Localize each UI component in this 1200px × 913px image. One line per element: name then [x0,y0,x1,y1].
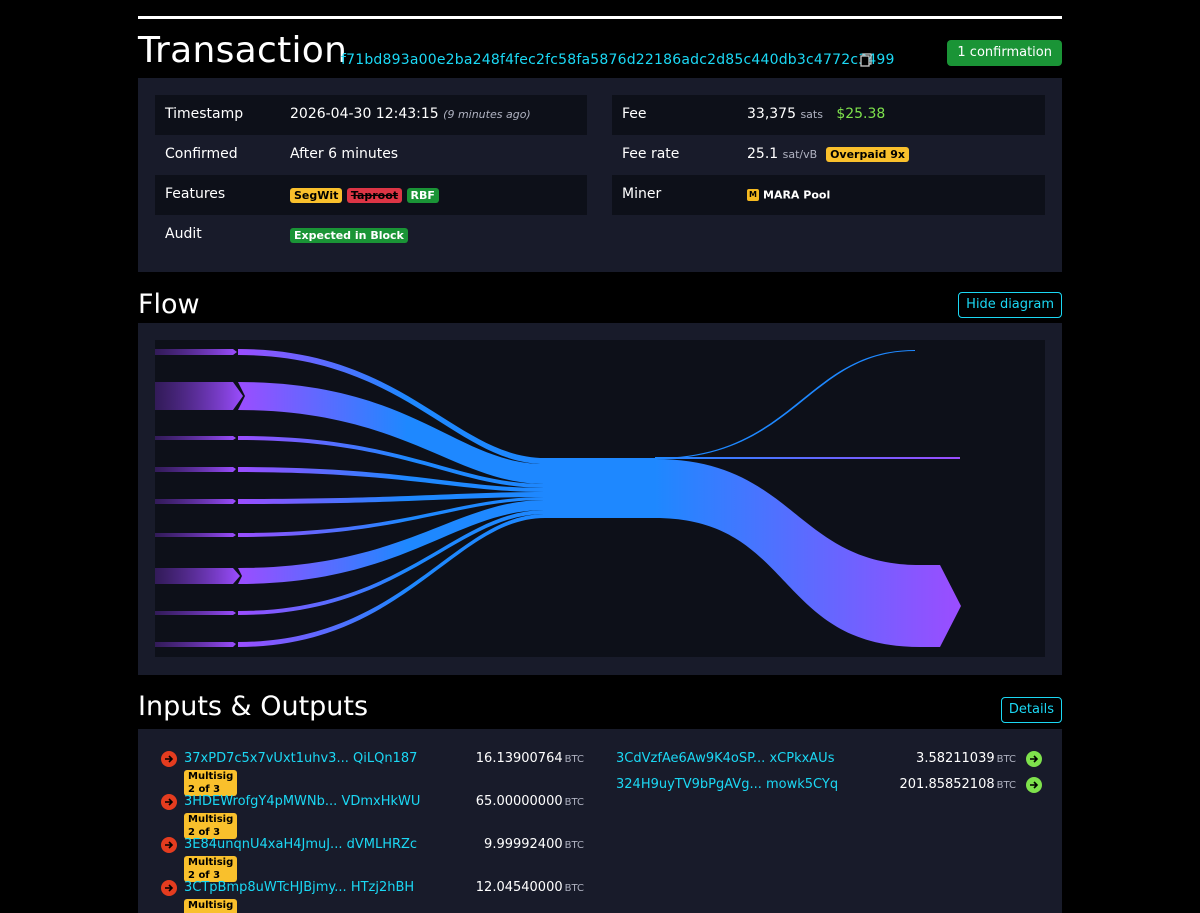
audit-badge[interactable]: Expected in Block [290,227,408,243]
multisig-badge: Multisig 2 of 3 [184,770,238,796]
output-flow-1[interactable] [655,350,915,459]
top-divider [138,16,1062,19]
fee-rate-value: 25.1 [747,146,779,162]
fee-rate-unit: sat/vB [782,148,818,161]
features-row: Features SegWit Taproot RBF [155,175,587,215]
feature-taproot-badge[interactable]: Taproot [346,187,403,203]
input-tail-2[interactable] [155,382,243,410]
transaction-header: Transaction f71bd893a00e2ba248f4fec2fc58… [138,30,1062,74]
confirmed-row: Confirmed After 6 minutes [155,135,587,175]
multisig-badge: Multisig 2 of 3 [184,813,238,839]
fee-row: Fee 33,375 sats $25.38 [612,95,1045,135]
timestamp-value: 2026-04-30 12:43:15 [290,106,439,122]
output-address[interactable]: 3CdVzfAe6Aw9K4oSP... xCPkxAUs [616,751,834,766]
input-tail-8[interactable] [155,611,236,615]
mara-pool-icon: M [747,189,759,201]
overpaid-badge[interactable]: Overpaid 9x [826,146,910,162]
input-tail-4[interactable] [155,467,236,472]
output-address[interactable]: 324H9uyTV9bPgAVg... mowk5CYq [616,777,838,792]
txid-link[interactable]: f71bd893a00e2ba248f4fec2fc58fa5876d22186… [341,52,895,68]
output-arrow-icon[interactable] [1026,777,1042,793]
input-tail-6[interactable] [155,533,236,537]
input-arrow-icon[interactable] [161,751,177,767]
audit-row: Audit Expected in Block [155,215,587,255]
input-tail-9[interactable] [155,642,236,647]
timestamp-label: Timestamp [165,106,244,122]
multisig-badge: Multisig 2 of 3 [184,856,238,882]
confirmations-badge: 1 confirmation [947,40,1062,66]
miner-name[interactable]: MARA Pool [763,189,830,202]
timestamp-ago: (9 minutes ago) [443,108,531,121]
hide-diagram-button[interactable]: Hide diagram [958,292,1062,318]
input-tails [155,349,243,647]
flow-diagram-svg [155,349,961,647]
flow-center [543,458,657,518]
confirmed-value: After 6 minutes [290,146,399,162]
multisig-badge: Multisig 2 of 3 [184,899,238,913]
details-button[interactable]: Details [1000,697,1062,723]
output-flow-3[interactable] [655,459,961,647]
input-address[interactable]: 3E84unqnU4xaH4JmuJ... dVMLHRZc [184,837,417,852]
flow-title: Flow [138,289,200,320]
miner-label: Miner [622,186,662,202]
fee-sats: 33,375 [747,106,796,122]
feature-segwit-badge[interactable]: SegWit [290,187,343,203]
input-amount: 12.04540000 BTC [475,880,584,895]
confirmed-label: Confirmed [165,146,238,162]
input-amount: 9.99992400 BTC [484,837,584,852]
features-label: Features [165,186,226,202]
timestamp-row: Timestamp 2026-04-30 12:43:15 (9 minutes… [155,95,587,135]
input-arrow-icon[interactable] [161,794,177,810]
input-tail-3[interactable] [155,436,236,440]
input-arrow-icon[interactable] [161,837,177,853]
flow-diagram-panel [138,323,1062,675]
miner-row: Miner M MARA Pool [612,175,1045,215]
copy-icon[interactable] [860,53,872,67]
page-title: Transaction [138,30,348,71]
output-flows [655,350,961,647]
input-address[interactable]: 3CTpBmp8uWTcHJBjmy... HTzj2hBH [184,880,414,895]
inputs-outputs-panel: 37xPD7c5x7vUxt1uhv3... QiLQn187 16.13900… [138,729,1062,913]
fee-label: Fee [622,106,647,122]
input-flows [238,349,545,647]
input-arrow-icon[interactable] [161,880,177,896]
input-tail-5[interactable] [155,499,236,504]
output-flow-2[interactable] [655,457,960,459]
input-amount: 16.13900764 BTC [475,751,584,766]
fee-rate-label: Fee rate [622,146,680,162]
flow-diagram [155,340,1045,657]
input-tail-1[interactable] [155,349,237,355]
fee-sats-unit: sats [800,108,823,121]
feature-rbf-badge[interactable]: RBF [406,187,439,203]
output-arrow-icon[interactable] [1026,751,1042,767]
inputs-outputs-title: Inputs & Outputs [138,691,369,722]
output-amount: 3.58211039 BTC [916,751,1016,766]
input-amount: 65.00000000 BTC [475,794,584,809]
fee-usd: $25.38 [836,106,886,122]
input-address[interactable]: 37xPD7c5x7vUxt1uhv3... QiLQn187 [184,751,417,766]
output-amount: 201.85852108 BTC [899,777,1017,792]
audit-label: Audit [165,226,202,242]
input-address[interactable]: 3HDEWrofgY4pMWNb... VDmxHkWU [184,794,420,809]
transaction-details: Timestamp 2026-04-30 12:43:15 (9 minutes… [138,78,1062,272]
fee-rate-row: Fee rate 25.1 sat/vB Overpaid 9x [612,135,1045,175]
input-tail-7[interactable] [155,568,240,584]
